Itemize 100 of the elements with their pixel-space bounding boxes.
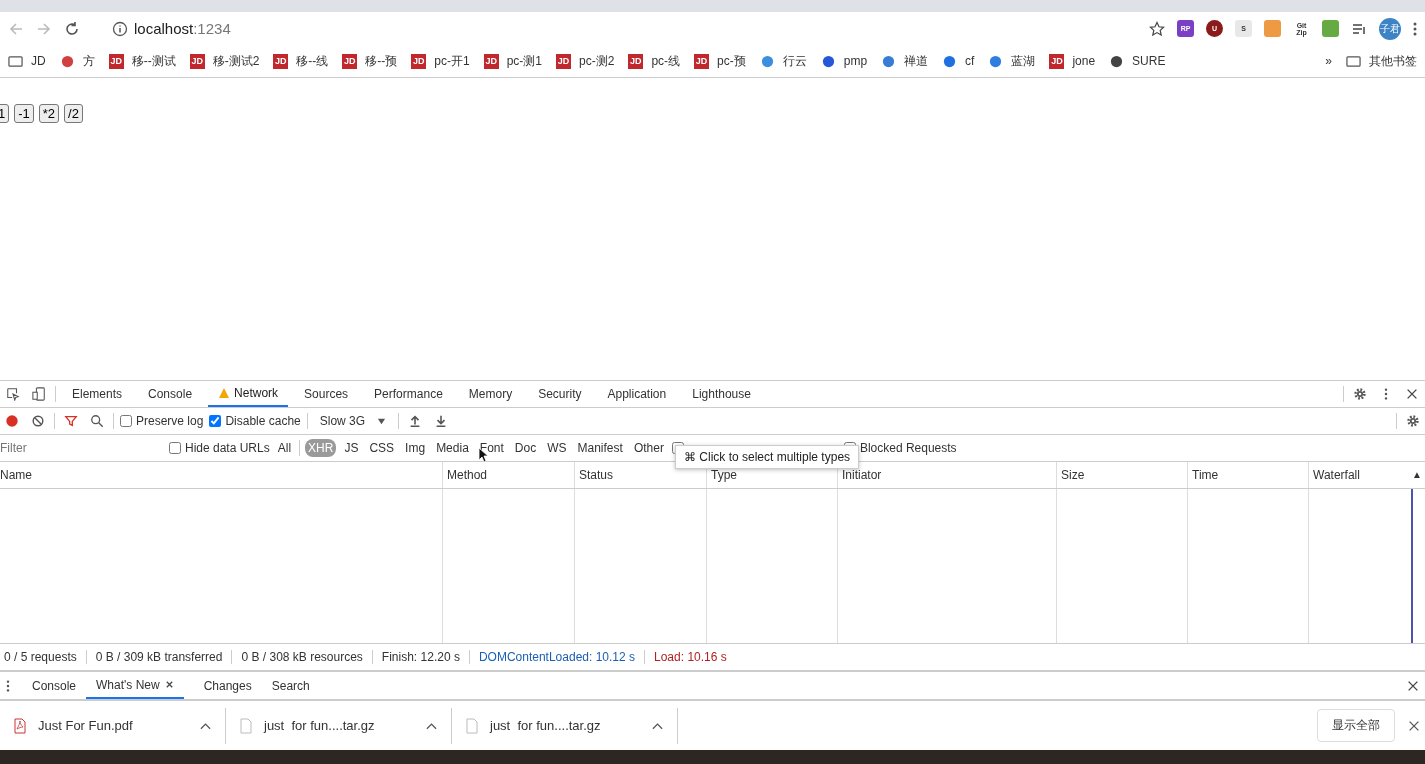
type-filter-button[interactable]: Font bbox=[476, 439, 507, 457]
bookmark-item[interactable]: JD pc-线 bbox=[628, 52, 681, 70]
page-button[interactable]: *2 bbox=[38, 104, 60, 123]
column-header[interactable]: Status bbox=[575, 462, 707, 488]
show-all-button[interactable]: 显示全部 bbox=[1317, 709, 1395, 742]
bookmark-item[interactable]: JD 移--预 bbox=[342, 52, 398, 70]
bookmark-item[interactable]: JD pc-测2 bbox=[556, 52, 615, 70]
caret-icon bbox=[377, 416, 387, 426]
site-icon bbox=[759, 53, 775, 69]
tooltip: ⌘ Click to select multiple types bbox=[675, 445, 860, 469]
file-icon bbox=[466, 717, 478, 734]
overflow-chevron[interactable]: » bbox=[1325, 54, 1332, 68]
menu-icon[interactable] bbox=[1413, 20, 1417, 37]
site-icon bbox=[1109, 53, 1125, 69]
chevron-up-icon[interactable] bbox=[426, 721, 437, 730]
record-icon[interactable] bbox=[5, 414, 19, 428]
devtools-tab[interactable]: Elements bbox=[62, 381, 133, 407]
type-filter-button[interactable]: WS bbox=[544, 439, 570, 457]
column-header[interactable]: Size bbox=[1057, 462, 1188, 488]
drawer-tab[interactable]: Changes bbox=[193, 672, 262, 699]
sort-indicator[interactable]: ▲ bbox=[1412, 469, 1422, 480]
bookmark-item[interactable]: JD pc-预 bbox=[694, 52, 746, 70]
column-header[interactable]: Name bbox=[0, 462, 443, 488]
disable-cache-checkbox[interactable] bbox=[209, 415, 222, 427]
reload-icon[interactable] bbox=[64, 20, 80, 37]
site-icon bbox=[942, 53, 958, 69]
bookmark-item[interactable]: 行云 bbox=[759, 52, 807, 70]
bookmark-item[interactable]: 方 bbox=[59, 52, 95, 70]
settings-icon[interactable] bbox=[1353, 387, 1367, 401]
folder-icon bbox=[8, 53, 23, 69]
chevron-up-icon[interactable] bbox=[200, 721, 211, 730]
type-filter-button[interactable]: JS bbox=[341, 439, 362, 457]
bookmark-item[interactable]: pmp bbox=[820, 53, 868, 69]
inspect-icon[interactable] bbox=[6, 387, 20, 401]
blocked-cookies-checkbox[interactable] bbox=[671, 442, 684, 454]
type-filter-button[interactable]: Doc bbox=[511, 439, 540, 457]
site-icon bbox=[988, 53, 1004, 69]
page-button[interactable]: -1 bbox=[14, 104, 34, 123]
profile-avatar[interactable]: 子君 bbox=[1379, 17, 1401, 40]
filter-icon[interactable] bbox=[64, 414, 78, 428]
page-button[interactable]: /2 bbox=[64, 104, 83, 123]
drawer-tab[interactable]: Console bbox=[22, 672, 87, 699]
type-filter-button[interactable]: Manifest bbox=[574, 439, 626, 457]
type-filter-button[interactable]: Other bbox=[630, 439, 667, 457]
logo-icon: JD bbox=[694, 53, 710, 69]
bookmark-item[interactable]: JD bbox=[8, 53, 46, 69]
bookmark-item[interactable]: JD 移-测试2 bbox=[189, 52, 260, 70]
more-options-icon[interactable] bbox=[6, 678, 10, 693]
checkbox-label: Disable cache bbox=[225, 414, 301, 428]
info-icon[interactable] bbox=[112, 20, 128, 37]
bookmark-item[interactable]: JD 移--测试 bbox=[108, 52, 176, 70]
devtools-tab[interactable]: Performance bbox=[364, 381, 453, 407]
clear-icon[interactable] bbox=[31, 414, 45, 428]
download-filename[interactable]: just for fun....tar.gz bbox=[264, 718, 414, 733]
other-bookmarks[interactable]: 其他书签 bbox=[1346, 52, 1417, 70]
devtools-tab[interactable]: Network bbox=[208, 381, 289, 407]
download-filename[interactable]: Just For Fun.pdf bbox=[38, 718, 188, 733]
logo-icon: JD bbox=[342, 53, 358, 69]
url-text[interactable]: localhost:1234 bbox=[134, 20, 231, 37]
bookmark-item[interactable]: JD 移--线 bbox=[273, 52, 329, 70]
close-icon[interactable] bbox=[164, 680, 174, 689]
download-filename[interactable]: just for fun....tar.gz bbox=[490, 718, 640, 733]
drawer-tab[interactable]: What's New bbox=[86, 672, 184, 699]
devtools-tab[interactable]: Memory bbox=[458, 381, 523, 407]
type-filter-button[interactable]: Media bbox=[433, 439, 472, 457]
logo-icon: JD bbox=[483, 53, 499, 69]
preserve-log-checkbox[interactable] bbox=[120, 415, 132, 427]
column-header[interactable]: Initiator bbox=[838, 462, 1057, 488]
chevron-up-icon[interactable] bbox=[652, 721, 663, 730]
drawer-tab[interactable]: Search bbox=[261, 672, 320, 699]
column-header[interactable]: Time bbox=[1188, 462, 1309, 488]
close-icon[interactable] bbox=[1405, 387, 1419, 401]
throttle-dropdown[interactable]: Slow 3G bbox=[313, 414, 393, 428]
search-icon[interactable] bbox=[90, 414, 104, 428]
devtools-tab[interactable]: Application bbox=[597, 381, 677, 407]
column-header[interactable]: Method bbox=[443, 462, 575, 488]
bookmark-item[interactable]: cf bbox=[942, 53, 975, 69]
checkbox-label: Hide data URLs bbox=[185, 441, 270, 455]
bookmark-item[interactable]: SURE bbox=[1109, 53, 1166, 69]
device-toolbar-icon[interactable] bbox=[32, 387, 46, 401]
type-filter-button[interactable]: All bbox=[274, 439, 295, 457]
file-icon bbox=[240, 717, 252, 734]
devtools-tab[interactable]: Console bbox=[138, 381, 203, 407]
settings-icon[interactable] bbox=[1406, 414, 1420, 428]
bookmark-item[interactable]: JD pc-测1 bbox=[483, 52, 543, 70]
type-filter-button[interactable]: CSS bbox=[366, 439, 398, 457]
bookmark-item[interactable]: JD jone bbox=[1049, 53, 1096, 69]
devtools-tab[interactable]: Lighthouse bbox=[682, 381, 761, 407]
hide-data-urls-checkbox[interactable] bbox=[169, 442, 181, 454]
bookmark-item[interactable]: 禅道 bbox=[881, 52, 929, 70]
status-text: Load: 10.16 s bbox=[654, 650, 728, 664]
logo-icon: JD bbox=[273, 53, 289, 69]
bookmark-item[interactable]: JD pc-开1 bbox=[411, 52, 470, 70]
devtools-tab[interactable]: Security bbox=[528, 381, 592, 407]
bookmark-item[interactable]: 蓝湖 bbox=[988, 52, 1036, 70]
star-icon[interactable] bbox=[1149, 20, 1165, 37]
status-text: 0 / 5 requests bbox=[4, 650, 87, 664]
devtools-tab[interactable]: Sources bbox=[294, 381, 359, 407]
type-filter-button[interactable]: Img bbox=[402, 439, 429, 457]
logo-icon: JD bbox=[411, 53, 427, 69]
